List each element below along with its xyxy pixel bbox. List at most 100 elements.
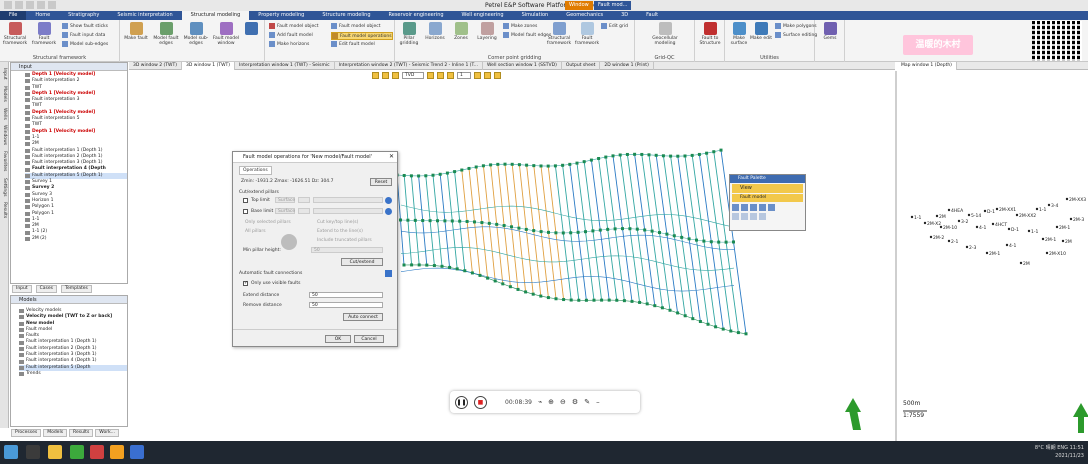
pillar-node[interactable]	[613, 227, 617, 231]
extend-to-line-option[interactable]: Extend to the line(s)	[317, 229, 363, 234]
pillar-node[interactable]	[638, 300, 642, 304]
pause-icon[interactable]: ❚❚	[455, 395, 468, 409]
pillar-node[interactable]	[448, 265, 452, 269]
pillar-node[interactable]	[606, 227, 610, 231]
well-marker[interactable]	[991, 222, 995, 226]
well-marker[interactable]	[1055, 225, 1059, 229]
pillar-node[interactable]	[658, 231, 661, 235]
minimize-icon[interactable]: –	[596, 398, 600, 406]
pillar-node[interactable]	[501, 282, 505, 286]
model-sub-edges-large-button[interactable]: Model sub-edges	[182, 20, 210, 46]
base-limit-operator[interactable]	[298, 208, 310, 214]
system-tray[interactable]: 8°C 晴朗 ENG 11:51 2021/11/23	[1035, 444, 1084, 460]
pillar-node[interactable]	[628, 227, 632, 231]
well-marker[interactable]	[1027, 229, 1031, 233]
pillar-node[interactable]	[698, 320, 702, 324]
pillar-node[interactable]	[640, 152, 644, 156]
pillar-node[interactable]	[654, 153, 658, 157]
window-tab-3d-2[interactable]: 3D window 2 (TWT)	[129, 61, 183, 70]
extend-distance-input[interactable]: 50	[309, 292, 383, 298]
pillar-node[interactable]	[510, 162, 514, 166]
tab-results[interactable]: Results	[69, 429, 94, 437]
start-icon[interactable]	[4, 445, 18, 459]
pillar-node[interactable]	[732, 240, 735, 244]
well-marker[interactable]	[1069, 217, 1073, 221]
pillar-node[interactable]	[687, 237, 691, 241]
pillar-node[interactable]	[438, 172, 442, 176]
fault-input-data-button[interactable]: Fault input data	[62, 32, 105, 38]
ok-button[interactable]: OK	[325, 335, 351, 343]
well-marker[interactable]	[975, 225, 979, 229]
window-tab-output-sheet[interactable]: Output sheet	[562, 61, 601, 70]
pillar-node[interactable]	[622, 299, 626, 303]
camera-icon[interactable]	[494, 72, 501, 79]
pillar-node[interactable]	[719, 148, 723, 152]
pillar-node[interactable]	[615, 298, 619, 302]
pillar-node[interactable]	[584, 298, 588, 302]
well-marker[interactable]	[995, 207, 999, 211]
window-tab-well-section[interactable]: Well section window 1 (SSTVD)	[483, 61, 562, 70]
pillar-node[interactable]	[645, 302, 649, 306]
pillar-node[interactable]	[478, 273, 482, 277]
tab-structural-modeling[interactable]: Structural modeling	[181, 11, 250, 20]
pillar-node[interactable]	[665, 232, 669, 236]
zoom-out-icon[interactable]: ⊖	[560, 398, 566, 406]
top-limit-operator[interactable]	[298, 197, 310, 203]
close-icon[interactable]: ✕	[389, 153, 394, 160]
add-fault-model-button[interactable]: Add fault model	[269, 32, 313, 38]
pillar-node[interactable]	[524, 227, 528, 231]
pillar-node[interactable]	[516, 287, 520, 291]
tab-well-engineering[interactable]: Well engineering	[453, 11, 513, 20]
zones-button[interactable]: Zones	[447, 20, 475, 41]
side-tab-windows[interactable]: Windows	[2, 125, 7, 145]
light-icon[interactable]	[474, 72, 481, 79]
pillar-node[interactable]	[474, 165, 478, 169]
well-marker[interactable]	[1041, 237, 1045, 241]
scale-select[interactable]: 1	[457, 72, 471, 79]
pillar-node[interactable]	[539, 164, 543, 168]
pillar-node[interactable]	[582, 160, 586, 164]
well-marker[interactable]	[910, 215, 914, 219]
cut-extend-button[interactable]: Cut/extend	[341, 258, 383, 266]
pillar-node[interactable]	[577, 298, 581, 302]
app-icon-2[interactable]	[110, 445, 124, 459]
pillar-node[interactable]	[470, 271, 474, 275]
pillar-node[interactable]	[650, 229, 654, 233]
palette-tool-icon[interactable]	[732, 213, 739, 220]
model-sub-edges-button[interactable]: Model sub-edges	[62, 41, 108, 47]
pillar-node[interactable]	[690, 153, 694, 157]
pillar-node[interactable]	[495, 222, 499, 226]
side-tab-results[interactable]: Results	[2, 202, 7, 218]
pillar-node[interactable]	[508, 285, 512, 289]
well-marker[interactable]	[1061, 239, 1065, 243]
side-tab-input[interactable]: Input	[2, 68, 7, 80]
pillar-node[interactable]	[691, 317, 695, 321]
models-tree-item[interactable]: Trends	[19, 371, 127, 377]
pillar-node[interactable]	[712, 150, 716, 154]
pillar-node[interactable]	[473, 220, 476, 224]
make-edit-button[interactable]: Make edit	[747, 20, 775, 41]
layering-button[interactable]: Layering	[473, 20, 501, 41]
pillar-node[interactable]	[647, 153, 651, 157]
pillar-node[interactable]	[421, 219, 425, 223]
pillar-node[interactable]	[706, 322, 710, 326]
base-limit-checkbox[interactable]	[243, 209, 248, 214]
pillar-node[interactable]	[630, 299, 634, 303]
pillar-node[interactable]	[489, 163, 493, 167]
pillar-node[interactable]	[410, 263, 414, 267]
stop-icon[interactable]: ■	[474, 395, 487, 409]
pillar-node[interactable]	[502, 224, 506, 228]
pillar-node[interactable]	[517, 226, 521, 230]
tab-structure-modeling[interactable]: Structure modeling	[313, 11, 379, 20]
pillar-node[interactable]	[465, 219, 469, 223]
rotate-icon[interactable]	[437, 72, 444, 79]
pillar-node[interactable]	[592, 298, 596, 302]
pillar-node[interactable]	[705, 151, 709, 155]
pillar-node[interactable]	[697, 152, 701, 156]
tab-file[interactable]: File	[0, 11, 27, 20]
top-limit-value[interactable]	[313, 197, 383, 203]
well-marker[interactable]	[923, 221, 927, 225]
pick-mode-icon[interactable]	[372, 72, 379, 79]
window-tab-interpretation-2[interactable]: Interpretation window 2 (TWT) - Seismic …	[335, 61, 483, 70]
structural-framework-2-button[interactable]: Structural framework	[545, 20, 573, 46]
